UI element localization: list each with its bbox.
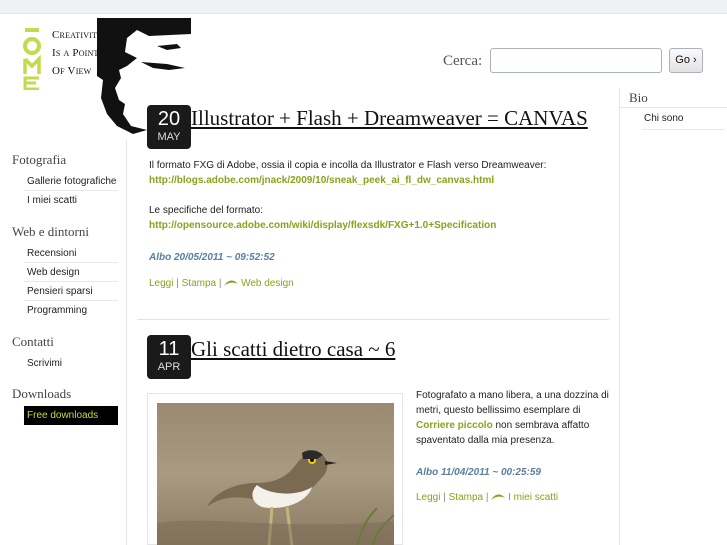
- category-link[interactable]: Web design: [241, 278, 294, 289]
- post-link[interactable]: http://opensource.adobe.com/wiki/display…: [149, 218, 589, 233]
- read-link[interactable]: Leggi: [416, 492, 440, 503]
- post-day: 11: [158, 338, 180, 360]
- bio-heading: Bio: [620, 88, 727, 108]
- post-title[interactable]: Illustrator + Flash + Dreamweaver = CANV…: [191, 106, 588, 131]
- post-body: Fotografato a mano libera, a una dozzina…: [416, 388, 611, 448]
- leaf-icon: [491, 494, 506, 501]
- logo-line-3: Of View: [52, 65, 92, 77]
- post-date-badge: 11 APR: [147, 335, 191, 379]
- post-meta: Albo 11/04/2011 ~ 00:25:59: [416, 467, 541, 478]
- sidebar-section-downloads: Downloads Free downloads: [0, 386, 127, 425]
- post-date-badge: 20 MAY: [147, 105, 191, 149]
- search-label: Cerca:: [443, 53, 483, 69]
- read-link[interactable]: Leggi: [149, 278, 173, 289]
- sidebar-heading: Fotografia: [12, 152, 67, 167]
- logo-tagline: Creativity Is a Point Of View: [52, 26, 103, 80]
- search-go-button[interactable]: Go ›: [669, 48, 703, 73]
- sidebar-section-fotografia: Fotografia Gallerie fotografiche I miei …: [0, 152, 127, 210]
- post-actions: Leggi | Stampa | I miei scatti: [416, 492, 558, 503]
- post-body-spec: Le specifiche del formato:: [149, 205, 263, 216]
- logo-line-2: Is a Point: [52, 47, 99, 59]
- sidebar-item-gallerie[interactable]: Gallerie fotografiche: [24, 172, 118, 191]
- post-link[interactable]: http://blogs.adobe.com/jnack/2009/10/sne…: [149, 173, 589, 188]
- print-link[interactable]: Stampa: [449, 492, 483, 503]
- post-month: MAY: [157, 131, 181, 143]
- post-day: 20: [157, 108, 181, 130]
- left-sidebar: Fotografia Gallerie fotografiche I miei …: [0, 140, 127, 545]
- category-link[interactable]: I miei scatti: [508, 492, 558, 503]
- sidebar-item-free-downloads[interactable]: Free downloads: [24, 406, 118, 425]
- post-photo-frame: [147, 393, 403, 545]
- sidebar-item-recensioni[interactable]: Recensioni: [24, 244, 118, 263]
- post-actions: Leggi | Stampa | Web design: [149, 278, 294, 289]
- search-input[interactable]: [490, 48, 662, 73]
- post-body-text: Fotografato a mano libera, a una dozzina…: [416, 390, 609, 416]
- leaf-icon: [224, 280, 239, 287]
- browser-top-strip: [0, 0, 727, 14]
- sidebar-section-contatti: Contatti Scrivimi: [0, 334, 127, 373]
- sidebar-heading: Downloads: [12, 386, 72, 401]
- sidebar-item-web-design[interactable]: Web design: [24, 263, 118, 282]
- post-separator: [137, 319, 609, 320]
- post-meta: Albo 20/05/2011 ~ 09:52:52: [149, 252, 275, 263]
- sidebar-item-chi-sono[interactable]: Chi sono: [642, 108, 724, 130]
- sidebar-section-web: Web e dintorni Recensioni Web design Pen…: [0, 224, 127, 320]
- bird-photo[interactable]: [157, 403, 394, 545]
- sidebar-heading: Web e dintorni: [12, 224, 89, 239]
- sidebar-item-miei-scatti[interactable]: I miei scatti: [24, 191, 118, 210]
- post-body-intro: Il formato FXG di Adobe, ossia il copia …: [149, 160, 547, 171]
- sidebar-item-pensieri[interactable]: Pensieri sparsi: [24, 282, 118, 301]
- sidebar-item-scrivimi[interactable]: Scrivimi: [24, 354, 118, 373]
- post-month: APR: [157, 361, 181, 373]
- logo-line-1: Creativity: [52, 29, 104, 41]
- sidebar-item-programming[interactable]: Programming: [24, 301, 118, 320]
- print-link[interactable]: Stampa: [182, 278, 216, 289]
- right-sidebar: Bio Chi sono: [619, 88, 727, 545]
- post-inline-link[interactable]: Corriere piccolo: [416, 420, 493, 431]
- post-title[interactable]: Gli scatti dietro casa ~ 6: [191, 337, 395, 362]
- sidebar-heading: Contatti: [12, 334, 54, 349]
- post-body: Il formato FXG di Adobe, ossia il copia …: [149, 158, 589, 233]
- logo-mark-icon: [23, 28, 41, 90]
